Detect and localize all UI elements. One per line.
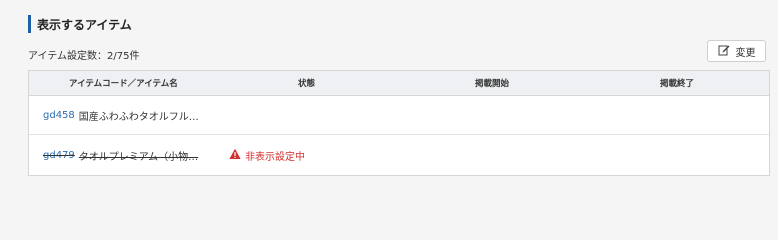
table-row: gd479 タオルプレミアム（小物… 非表示設定中 bbox=[29, 135, 769, 175]
item-cell: gd458 国産ふわふわタオルフル… bbox=[43, 96, 199, 134]
header-item-code-name: アイテムコード／アイテム名 bbox=[69, 79, 178, 89]
section-title: 表示するアイテム bbox=[28, 15, 132, 33]
edit-icon bbox=[718, 44, 730, 59]
warning-icon bbox=[229, 148, 241, 163]
header-publish-end: 掲載終了 bbox=[660, 79, 695, 89]
header-publish-start: 掲載開始 bbox=[475, 79, 510, 89]
change-button[interactable]: 変更 bbox=[707, 40, 766, 62]
item-code-link[interactable]: gd458 bbox=[43, 110, 75, 121]
table-row: gd458 国産ふわふわタオルフル… bbox=[29, 96, 769, 135]
item-code-link[interactable]: gd479 bbox=[43, 150, 75, 161]
item-cell: gd479 タオルプレミアム（小物… bbox=[43, 135, 198, 175]
change-button-label: 変更 bbox=[735, 47, 756, 59]
status-cell: 非表示設定中 bbox=[229, 135, 305, 175]
items-table: アイテムコード／アイテム名 状態 掲載開始 掲載終了 gd458 国産ふわふわタ… bbox=[28, 70, 770, 176]
header-status: 状態 bbox=[298, 79, 316, 89]
status-text: 非表示設定中 bbox=[245, 151, 305, 163]
item-count: アイテム設定数：2/75件 bbox=[28, 51, 140, 62]
table-header: アイテムコード／アイテム名 状態 掲載開始 掲載終了 bbox=[29, 71, 769, 96]
item-name: タオルプレミアム（小物… bbox=[78, 151, 199, 163]
item-name: 国産ふわふわタオルフル… bbox=[78, 111, 199, 123]
section-title-text: 表示するアイテム bbox=[37, 17, 132, 32]
